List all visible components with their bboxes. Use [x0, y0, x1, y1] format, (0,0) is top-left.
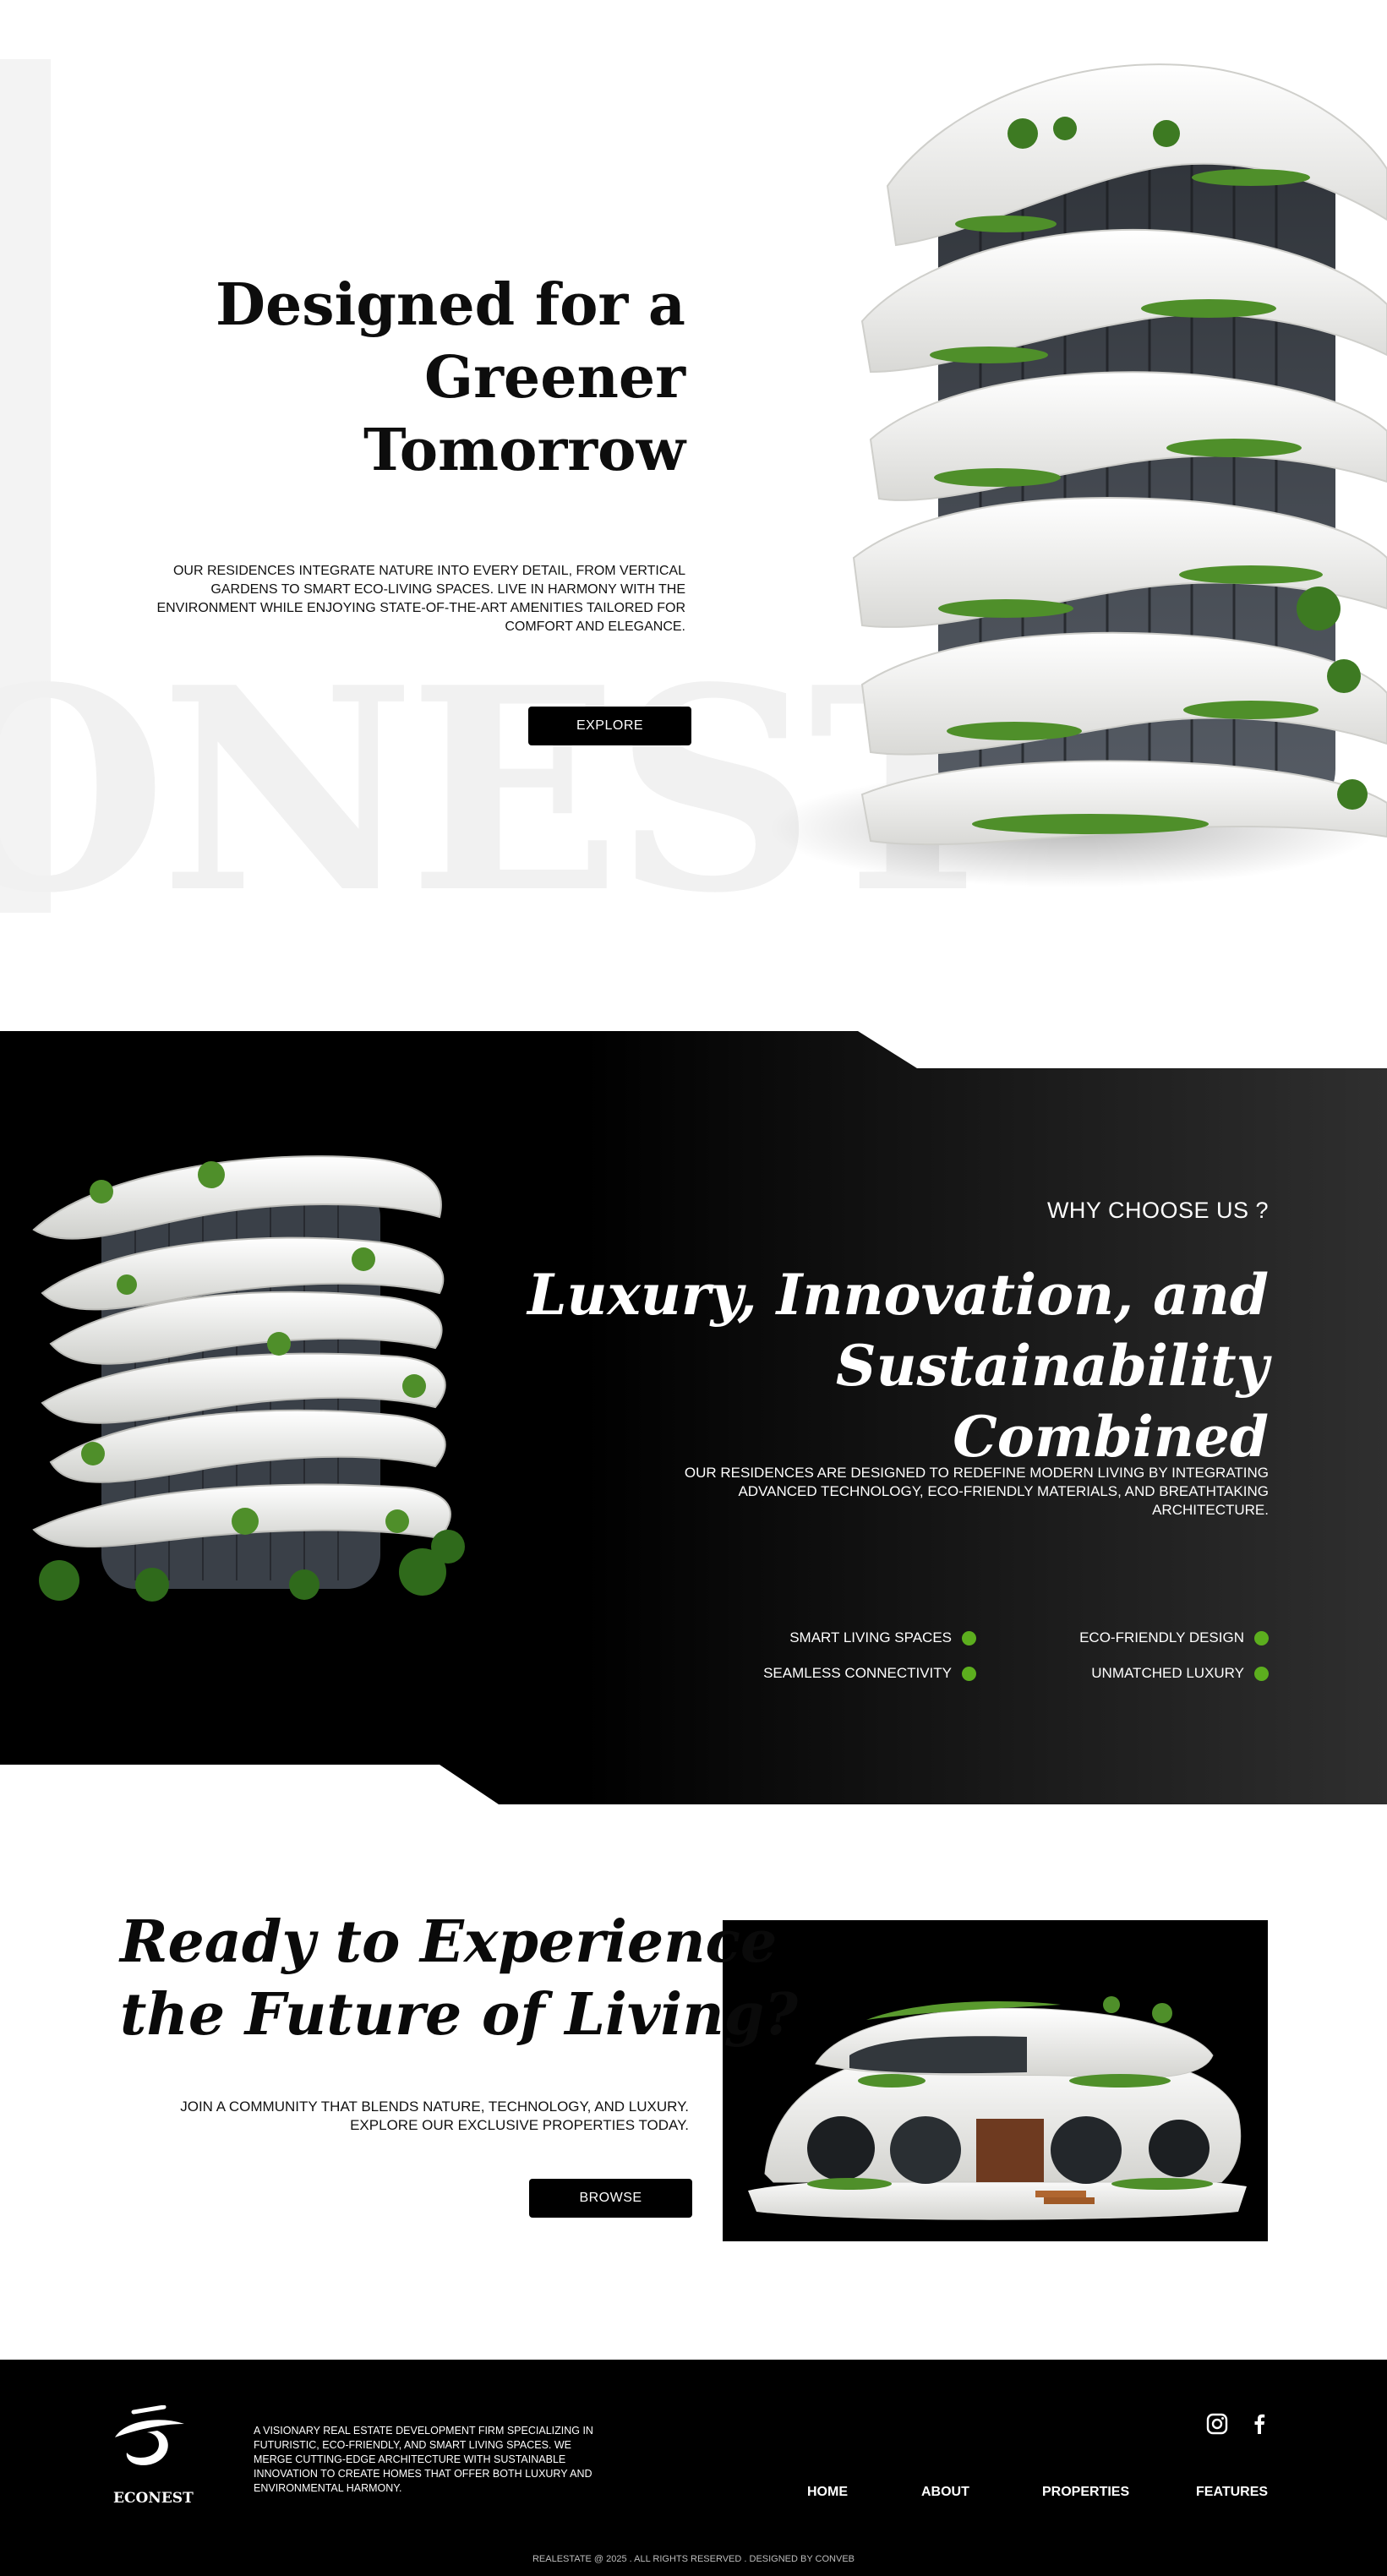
feature-item: ECO-FRIENDLY DESIGN: [1079, 1629, 1269, 1646]
feature-item: SMART LIVING SPACES: [789, 1629, 976, 1646]
footer-nav: HOME ABOUT PROPERTIES FEATURES: [0, 2485, 1387, 2505]
feature-item: UNMATCHED LUXURY: [1091, 1665, 1269, 1682]
feature-label: SMART LIVING SPACES: [789, 1629, 952, 1645]
explore-button[interactable]: EXPLORE: [528, 707, 691, 745]
cta-section: Ready to Experience the Future of Living…: [0, 1876, 1387, 2273]
hero-description: OUR RESIDENCES INTEGRATE NATURE INTO EVE…: [156, 564, 685, 634]
why-kicker: WHY CHOOSE US ?: [1046, 1198, 1269, 1223]
why-title: Luxury, Innovation, and Sustainability C…: [508, 1259, 1269, 1472]
hero-title-line-1: Designed for a: [216, 271, 685, 339]
footer-nav-properties[interactable]: PROPERTIES: [1042, 2485, 1129, 2500]
hero-title-line-2: Greener: [424, 344, 685, 412]
why-title-line-2: Sustainability Combined: [835, 1333, 1269, 1470]
green-bullet-icon: [962, 1630, 976, 1645]
why-building-image: [32, 1155, 465, 1602]
hero-title-line-3: Tomorrow: [363, 417, 685, 484]
why-description: OUR RESIDENCES ARE DESIGNED TO REDEFINE …: [684, 1465, 1269, 1518]
feature-item: SEAMLESS CONNECTIVITY: [763, 1665, 976, 1682]
feature-label: ECO-FRIENDLY DESIGN: [1079, 1629, 1244, 1645]
page: ONEST Designed for a Greener Tomorrow OU…: [0, 0, 1387, 2576]
cta-description-line-2: EXPLORE OUR EXCLUSIVE PROPERTIES TODAY.: [350, 2117, 689, 2133]
browse-button[interactable]: BROWSE: [529, 2179, 692, 2218]
cta-title: Ready to Experience the Future of Living…: [120, 1906, 881, 2051]
hero-section: ONEST Designed for a Greener Tomorrow OU…: [0, 0, 1387, 997]
hero-title: Designed for a Greener Tomorrow: [128, 269, 685, 487]
green-bullet-icon: [962, 1666, 976, 1681]
cta-description-line-1: JOIN A COMMUNITY THAT BLENDS NATURE, TEC…: [180, 2098, 689, 2115]
instagram-icon[interactable]: [1205, 2412, 1229, 2436]
green-bullet-icon: [1254, 1630, 1269, 1645]
feature-label: UNMATCHED LUXURY: [1091, 1665, 1244, 1681]
hero-building-image: [769, 63, 1387, 887]
footer-nav-features[interactable]: FEATURES: [1196, 2485, 1268, 2500]
econest-logo-icon: [115, 2405, 184, 2465]
copyright-text: REALESTATE @ 2025 . ALL RIGHTS RESERVED …: [532, 2554, 855, 2564]
footer: ECONEST A VISIONARY REAL ESTATE DEVELOPM…: [0, 2360, 1387, 2576]
footer-nav-about[interactable]: ABOUT: [921, 2485, 969, 2500]
green-bullet-icon: [1254, 1666, 1269, 1681]
cta-title-line-2: the Future of Living?: [120, 1981, 799, 2049]
feature-label: SEAMLESS CONNECTIVITY: [763, 1665, 952, 1681]
cta-description: JOIN A COMMUNITY THAT BLENDS NATURE, TEC…: [118, 2098, 689, 2135]
why-choose-us-section: WHY CHOOSE US ? Luxury, Innovation, and …: [0, 1031, 1387, 1804]
facebook-icon[interactable]: [1248, 2412, 1271, 2436]
footer-nav-home[interactable]: HOME: [807, 2485, 848, 2500]
why-title-line-1: Luxury, Innovation, and: [527, 1262, 1269, 1328]
cta-title-line-1: Ready to Experience: [120, 1908, 778, 1976]
